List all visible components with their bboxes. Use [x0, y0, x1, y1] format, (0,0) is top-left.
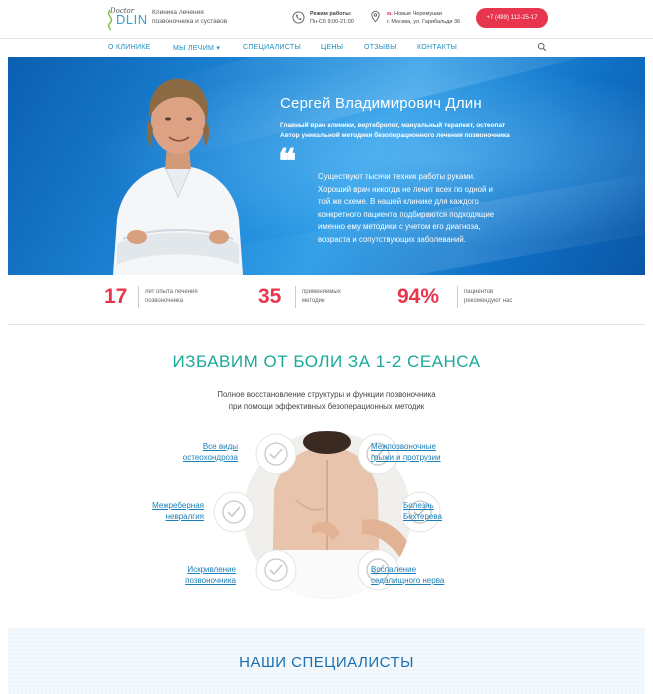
- metro-line: м. Новые Черемушки: [387, 10, 460, 18]
- condition-link-line: Все виды: [202, 442, 238, 451]
- quote-line: возраста и сопутствующих заболеваний.: [318, 234, 466, 244]
- stat-divider: [138, 286, 139, 308]
- doctor-photo: [113, 78, 243, 275]
- clinic-tagline: Клиника лечения позвоночника и суставов: [152, 8, 242, 26]
- condition-link-line: остеохондроза: [182, 453, 238, 462]
- stat-label: пациентов рекомендуют нас: [464, 288, 512, 306]
- condition-link-line: Болезнь: [403, 501, 434, 510]
- doctor-role-line: Автор уникальной методики безоперационно…: [280, 132, 510, 139]
- stat-number: 35: [258, 285, 282, 308]
- phone-button[interactable]: +7 (499) 112-25-17: [476, 8, 548, 28]
- stat-label-line: методик: [302, 298, 325, 304]
- stat-label: применяемых методик: [302, 288, 341, 306]
- doctor-role: Главный врач клиники, вертебролог, мануа…: [280, 121, 510, 141]
- condition-link-line: Межреберная: [152, 501, 204, 510]
- stat-label-line: пациентов: [464, 289, 494, 295]
- stat-divider: [295, 286, 296, 308]
- phone-icon: [292, 11, 305, 24]
- nav-item-about[interactable]: О КЛИНИКЕ: [108, 44, 151, 51]
- hours-value: Пн-Сб 9:00-21:00: [310, 19, 354, 25]
- nav-item-contacts[interactable]: КОНТАКТЫ: [417, 44, 457, 51]
- quote-icon: ❝: [278, 142, 297, 182]
- clinic-address: м. Новые Черемушки г. Москва, ул. Гариба…: [387, 10, 460, 26]
- working-hours: Режим работы: Пн-Сб 9:00-21:00: [310, 10, 354, 26]
- relief-subtitle-line: при помощи эффективных безоперационных м…: [228, 402, 425, 411]
- stat-label-line: позвоночника: [145, 298, 184, 304]
- metro-station: Новые Черемушки: [394, 11, 442, 17]
- hours-title: Режим работы:: [310, 11, 352, 17]
- condition-link-line: Межпозвоночные: [371, 442, 436, 451]
- nav-item-specialists[interactable]: СПЕЦИАЛИСТЫ: [243, 44, 301, 51]
- condition-link-line: невралгия: [165, 512, 204, 521]
- condition-link-intercostal-neuralgia[interactable]: Межреберная невралгия: [124, 500, 204, 522]
- site-logo[interactable]: Doctor DLIN: [104, 7, 147, 33]
- tagline-line: Клиника лечения: [152, 9, 204, 16]
- tagline-line: позвоночника и суставов: [152, 18, 228, 25]
- hero-banner: Сергей Владимирович Длин Главный врач кл…: [8, 57, 645, 275]
- relief-subtitle-line: Полное восстановление структуры и функци…: [217, 390, 436, 399]
- stat-label-line: рекомендуют нас: [464, 298, 513, 304]
- stat-label-line: применяемых: [302, 289, 341, 295]
- address-line: г. Москва, ул. Гарибальди 36: [387, 19, 461, 25]
- stat-label: лет опыта лечения позвоночника: [145, 288, 198, 306]
- quote-line: именно ему методики с учетом его диагноз…: [318, 222, 481, 231]
- stat-number: 94%: [397, 285, 440, 308]
- logo-main-text: DLIN: [116, 12, 148, 27]
- condition-link-hernias[interactable]: Межпозвоночные грыжи и протрузии: [371, 441, 481, 463]
- nav-item-prices[interactable]: ЦЕНЫ: [321, 44, 343, 51]
- location-pin-icon: [371, 10, 380, 23]
- relief-title: ИЗБАВИМ ОТ БОЛИ ЗА 1-2 СЕАНСА: [172, 352, 481, 371]
- main-nav: О КЛИНИКЕ МЫ ЛЕЧИМ ▾ СПЕЦИАЛИСТЫ ЦЕНЫ ОТ…: [0, 38, 653, 56]
- quote-line: Существуют тысячи техник работы руками.: [318, 172, 476, 181]
- specialists-title: НАШИ СПЕЦИАЛИСТЫ: [239, 654, 414, 671]
- condition-link-line: позвоночника: [185, 576, 236, 585]
- condition-link-spinal-curvature[interactable]: Искривление позвоночника: [156, 564, 236, 586]
- condition-link-line: Искривление: [187, 565, 236, 574]
- site-header: Doctor DLIN Клиника лечения позвоночника…: [0, 0, 653, 38]
- search-icon[interactable]: [537, 42, 547, 52]
- doctor-quote: Существуют тысячи техник работы руками. …: [318, 171, 548, 246]
- nav-item-reviews[interactable]: ОТЗЫВЫ: [364, 44, 397, 51]
- stat-divider: [457, 286, 458, 308]
- condition-link-line: седалищного нерва: [371, 576, 445, 585]
- metro-prefix: м.: [387, 11, 393, 17]
- relief-subtitle: Полное восстановление структуры и функци…: [0, 389, 653, 413]
- condition-link-line: Воспаление: [371, 565, 417, 574]
- section-divider: [8, 324, 645, 325]
- quote-line: той же схеме. В нашей клинике для каждог…: [318, 197, 479, 206]
- stat-number: 17: [104, 285, 128, 308]
- quote-line: Хороший врач никогда не лечит всех по од…: [318, 184, 493, 194]
- condition-link-osteochondrosis[interactable]: Все виды остеохондроза: [158, 441, 238, 463]
- quote-line: конкретного пациента подбираются подходя…: [318, 209, 495, 219]
- condition-link-bechterew[interactable]: Болезнь Бехтерева: [403, 500, 493, 522]
- doctor-role-line: Главный врач клиники, вертебролог, мануа…: [280, 122, 506, 129]
- stat-label-line: лет опыта лечения: [145, 289, 198, 295]
- condition-link-line: грыжи и протрузии: [371, 453, 441, 462]
- condition-link-line: Бехтерева: [403, 512, 442, 521]
- condition-link-sciatic-nerve[interactable]: Воспаление седалищного нерва: [371, 564, 481, 586]
- doctor-name: Сергей Владимирович Длин: [280, 95, 482, 112]
- nav-item-we-treat[interactable]: МЫ ЛЕЧИМ ▾: [173, 44, 220, 52]
